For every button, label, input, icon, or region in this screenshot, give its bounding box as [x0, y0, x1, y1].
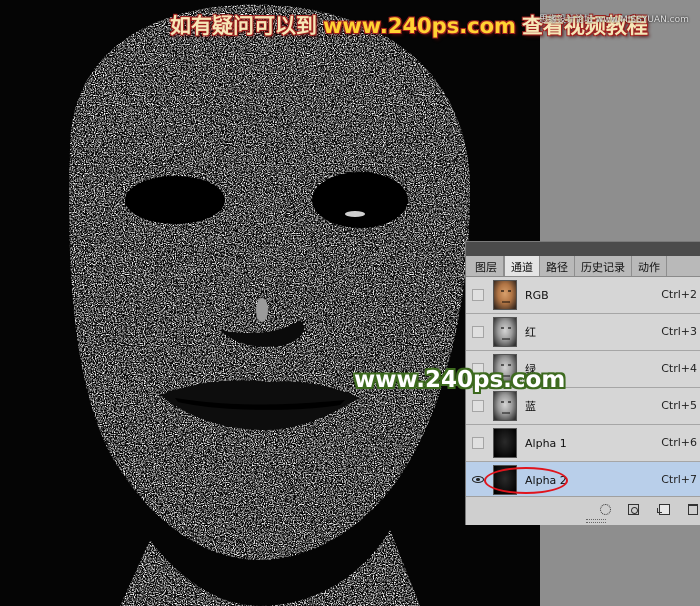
- channel-row[interactable]: 蓝 Ctrl+5: [466, 388, 700, 425]
- channel-shortcut: Ctrl+7: [661, 473, 697, 486]
- channel-row[interactable]: 红 Ctrl+3: [466, 314, 700, 351]
- channel-row[interactable]: Alpha 2 Ctrl+7: [466, 462, 700, 499]
- channel-row[interactable]: Alpha 1 Ctrl+6: [466, 425, 700, 462]
- channel-shortcut: Ctrl+6: [661, 436, 697, 449]
- thumbnail-feature: [501, 364, 504, 366]
- save-selection-icon[interactable]: [628, 504, 639, 515]
- channel-thumbnail: [493, 317, 517, 347]
- delete-channel-icon[interactable]: [688, 504, 698, 515]
- channel-thumbnail: [493, 391, 517, 421]
- panel-footer: [466, 496, 700, 525]
- tab-1[interactable]: 通道: [504, 256, 540, 276]
- visibility-toggle[interactable]: [472, 437, 484, 449]
- corner-watermark: 思缘设计论坛 www.MISSYUAN.com: [539, 15, 689, 25]
- visibility-toggle[interactable]: [472, 400, 484, 412]
- thumbnail-feature: [501, 327, 504, 329]
- thumbnail-feature: [501, 290, 504, 292]
- thumbnail-feature: [508, 327, 511, 329]
- new-channel-icon[interactable]: [657, 504, 670, 515]
- panel-tab-bar: 图层 通道 路径 历史记录 动作: [466, 256, 700, 277]
- tab-0[interactable]: 图层: [469, 256, 504, 276]
- channel-name: 蓝: [525, 400, 536, 413]
- thumbnail-feature: [508, 401, 511, 403]
- eye-icon[interactable]: [472, 474, 484, 486]
- banner-url: www.240ps.com: [323, 14, 516, 38]
- resize-grip[interactable]: [586, 519, 606, 523]
- channel-name: Alpha 1: [525, 436, 567, 450]
- panel-title-grip[interactable]: [466, 242, 700, 256]
- visibility-toggle[interactable]: [472, 326, 484, 338]
- thumbnail-feature: [502, 412, 510, 414]
- channel-shortcut: Ctrl+3: [661, 325, 697, 338]
- tab-3[interactable]: 历史记录: [575, 256, 632, 276]
- tab-2[interactable]: 路径: [540, 256, 575, 276]
- load-selection-icon[interactable]: [600, 504, 611, 515]
- channel-shortcut: Ctrl+4: [661, 362, 697, 375]
- channel-row[interactable]: RGB Ctrl+2: [466, 277, 700, 314]
- channel-name: 红: [525, 326, 536, 339]
- center-watermark: www.240ps.com: [354, 367, 566, 393]
- tab-4[interactable]: 动作: [632, 256, 667, 276]
- document-canvas[interactable]: [0, 0, 540, 606]
- banner-prefix: 如有疑问可以到: [170, 14, 317, 38]
- thumbnail-feature: [502, 338, 510, 340]
- visibility-toggle[interactable]: [472, 289, 484, 301]
- thumbnail-feature: [501, 401, 504, 403]
- alpha-channel-image: [0, 0, 540, 606]
- eye-glyph-icon: [472, 476, 484, 483]
- channel-shortcut: Ctrl+2: [661, 288, 697, 301]
- channel-name: RGB: [525, 288, 549, 302]
- channel-shortcut: Ctrl+5: [661, 399, 697, 412]
- thumbnail-feature: [508, 364, 511, 366]
- channel-thumbnail: [493, 280, 517, 310]
- thumbnail-feature: [502, 301, 510, 303]
- highlight-ring: [484, 467, 568, 494]
- channel-thumbnail: [493, 428, 517, 458]
- thumbnail-feature: [508, 290, 511, 292]
